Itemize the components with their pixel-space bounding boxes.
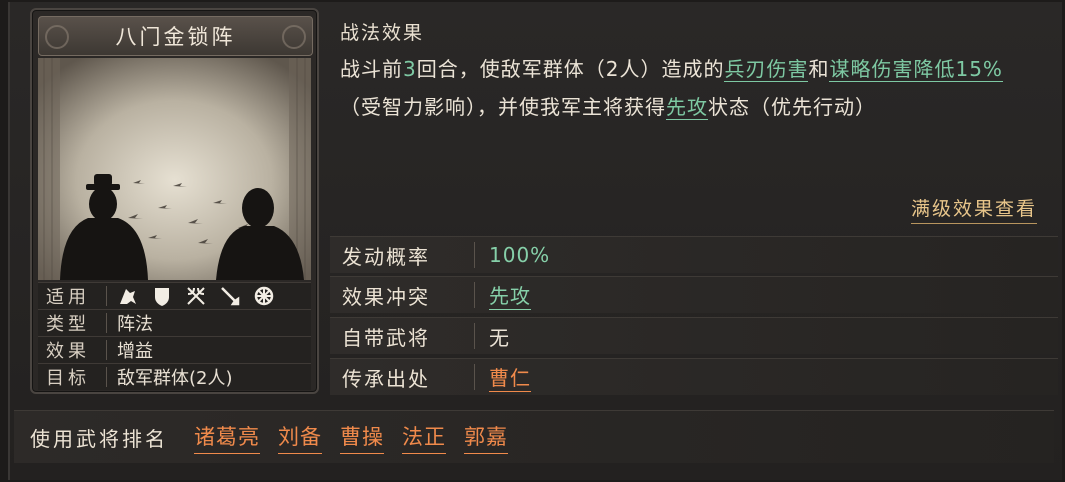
attr-key: 发动概率 (342, 244, 430, 269)
card-title-bar: 八门金锁阵 (38, 16, 313, 56)
card-row-key: 类型 (46, 314, 90, 335)
card-artwork (38, 58, 311, 280)
attr-value: 100% (489, 243, 551, 267)
keyword-link[interactable]: 兵刃伤害 (724, 57, 809, 82)
general-link[interactable]: 曹操 (340, 421, 384, 454)
ranking-label: 使用武将排名 (30, 426, 168, 451)
desc-text: 状态（优先行动） (708, 95, 876, 119)
card-title: 八门金锁阵 (115, 25, 236, 49)
keyword-link[interactable]: 谋略伤害降低15% (829, 57, 1003, 82)
card-row-effect: 效果 增益 (38, 336, 311, 363)
keyword-link[interactable]: 先攻 (666, 95, 708, 120)
full-level-effect-button[interactable]: 满级效果查看 (910, 194, 1037, 224)
crossed-bows-icon (185, 285, 207, 307)
general-ranking-bar: 使用武将排名 诸葛亮 刘备 曹操 法正 郭嘉 (14, 410, 1054, 463)
general-link[interactable]: 郭嘉 (464, 421, 508, 454)
wheel-icon (253, 285, 275, 307)
desc-text: 和 (808, 57, 830, 81)
desc-text: 战斗前 (340, 57, 403, 81)
card-row-type: 类型 阵法 (38, 309, 311, 336)
card-row-applicable: 适用 (38, 282, 311, 309)
effect-description: 战斗前3回合，使敌军群体（2人）造成的兵刃伤害和谋略伤害降低15% （受智力影响）… (340, 50, 1040, 126)
attr-row-trigger-rate: 发动概率 100% (330, 236, 1058, 273)
effect-heading: 战法效果 (340, 22, 425, 44)
cavalry-icon (117, 285, 139, 307)
card-row-value: 增益 (117, 341, 153, 362)
attr-row-own-general: 自带武将 无 (330, 317, 1058, 354)
troop-type-icons (117, 285, 275, 307)
attr-value: 无 (489, 325, 510, 350)
attr-row-conflict: 效果冲突 先攻 (330, 276, 1058, 313)
attr-key: 效果冲突 (342, 284, 430, 309)
tactic-card: 八门金锁阵 适用 类型 阵法 效果 增益 目标 敌军群体(2人) (30, 8, 319, 394)
spear-icon (219, 285, 241, 307)
card-row-key: 适用 (46, 287, 90, 308)
card-row-target: 目标 敌军群体(2人) (38, 363, 311, 390)
shield-icon (151, 285, 173, 307)
card-row-key: 目标 (46, 368, 90, 389)
desc-text: 回合，使敌军群体（2人）造成的 (416, 57, 725, 81)
attr-value-link[interactable]: 先攻 (489, 280, 531, 310)
general-link[interactable]: 法正 (402, 421, 446, 454)
general-link[interactable]: 诸葛亮 (194, 421, 260, 454)
attr-row-inherit-source: 传承出处 曹仁 (330, 358, 1058, 395)
card-info: 适用 类型 阵法 效果 增益 目标 敌军群体(2人) (38, 282, 311, 390)
attr-key: 自带武将 (342, 325, 430, 350)
card-row-value: 阵法 (117, 314, 153, 335)
attr-key: 传承出处 (342, 366, 430, 391)
card-row-key: 效果 (46, 341, 90, 362)
general-link[interactable]: 曹仁 (489, 362, 531, 392)
card-row-value: 敌军群体(2人) (117, 368, 233, 389)
desc-text: （受智力影响），并使我军主将获得 (340, 95, 666, 119)
round-count: 3 (403, 57, 417, 81)
general-link[interactable]: 刘备 (278, 421, 322, 454)
